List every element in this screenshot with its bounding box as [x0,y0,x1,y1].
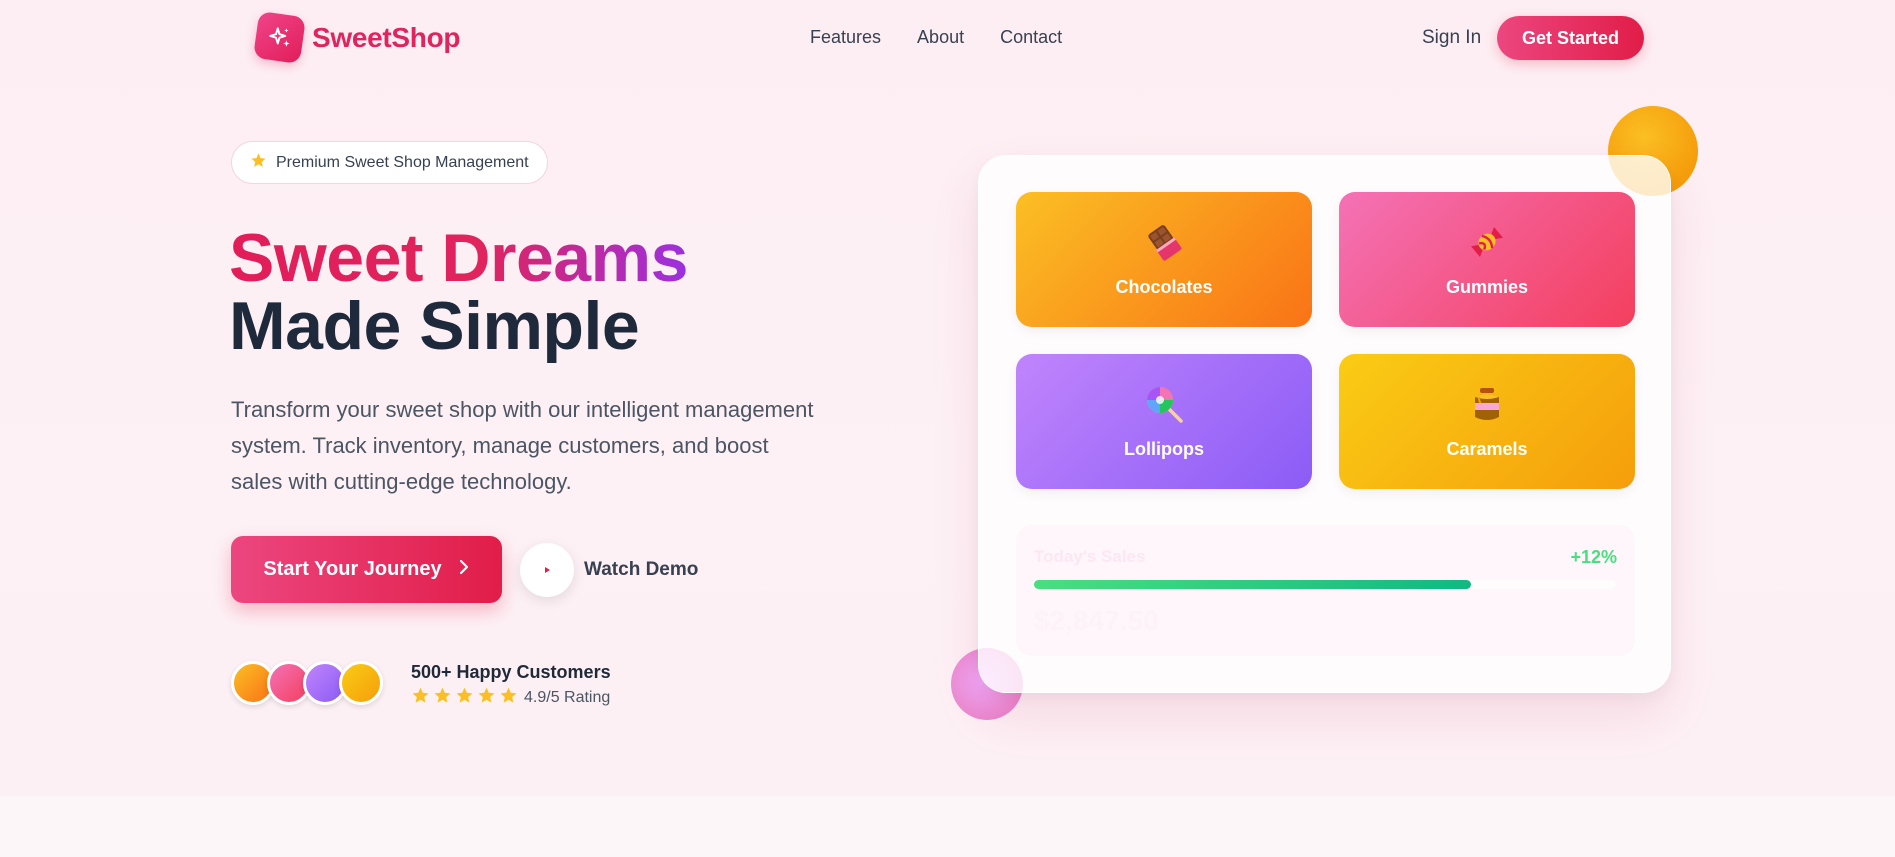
candy-icon [1466,221,1508,268]
brand-name: SweetShop [312,21,461,53]
nav-link-features[interactable]: Features [810,27,881,48]
start-journey-label: Start Your Journey [263,558,442,580]
top-navigation: SweetShop Features About Contact Sign In… [0,0,1895,78]
premium-badge: Premium Sweet Shop Management [231,141,548,184]
dashboard-preview-card: Chocolates Gummies Lollipops Caramels To… [978,155,1671,693]
next-section-edge [0,796,1895,857]
happy-customers-text: 500+ Happy Customers [411,662,611,682]
category-tile-gummies[interactable]: Gummies [1339,192,1635,327]
category-label: Lollipops [1124,439,1204,459]
category-label: Gummies [1445,277,1529,297]
avatar [339,661,383,705]
category-label: Chocolates [1115,277,1213,297]
chevron-right-icon [458,558,470,581]
brand-logo[interactable]: SweetShop [252,10,461,65]
star-icon [477,686,496,710]
star-icon [433,686,452,710]
get-started-button[interactable]: Get Started [1497,16,1644,60]
sales-progress-bar [1034,580,1616,589]
start-journey-button[interactable]: Start Your Journey [231,536,502,603]
sparkles-icon [252,10,307,65]
category-tile-lollipops[interactable]: Lollipops [1016,354,1312,489]
lollipop-icon [1143,383,1185,430]
sales-change-badge: +12% [1570,547,1617,567]
social-proof: 500+ Happy Customers 4.9/5 Rating [411,661,611,710]
watch-demo-button[interactable]: Watch Demo [520,543,698,597]
star-icon [411,686,430,710]
rating-row: 4.9/5 Rating [411,686,611,710]
badge-label: Premium Sweet Shop Management [276,153,529,171]
star-icon [455,686,474,710]
star-icon [250,152,267,174]
nav-link-contact[interactable]: Contact [1000,27,1062,48]
chocolate-bar-icon [1143,221,1185,268]
hero-description: Transform your sweet shop with our intel… [231,397,814,494]
star-icon [499,686,518,710]
honey-pot-icon [1466,383,1508,430]
headline-line-2: Made Simple [229,288,640,364]
rating-text: 4.9/5 Rating [524,689,611,706]
sign-in-link[interactable]: Sign In [1422,27,1481,49]
play-icon [520,543,574,597]
sales-label: Today's Sales [1034,547,1146,566]
nav-links: Features About Contact [810,27,1062,48]
nav-link-about[interactable]: About [917,27,964,48]
watch-demo-label: Watch Demo [584,559,699,580]
category-label: Caramels [1446,439,1528,459]
category-tile-chocolates[interactable]: Chocolates [1016,192,1312,327]
todays-sales-panel: Today's Sales +12% $2,847.50 [1016,525,1635,656]
sales-progress-fill [1034,580,1471,589]
customer-avatars [231,661,383,705]
category-tile-caramels[interactable]: Caramels [1339,354,1635,489]
sales-amount: $2,847.50 [1034,605,1159,636]
